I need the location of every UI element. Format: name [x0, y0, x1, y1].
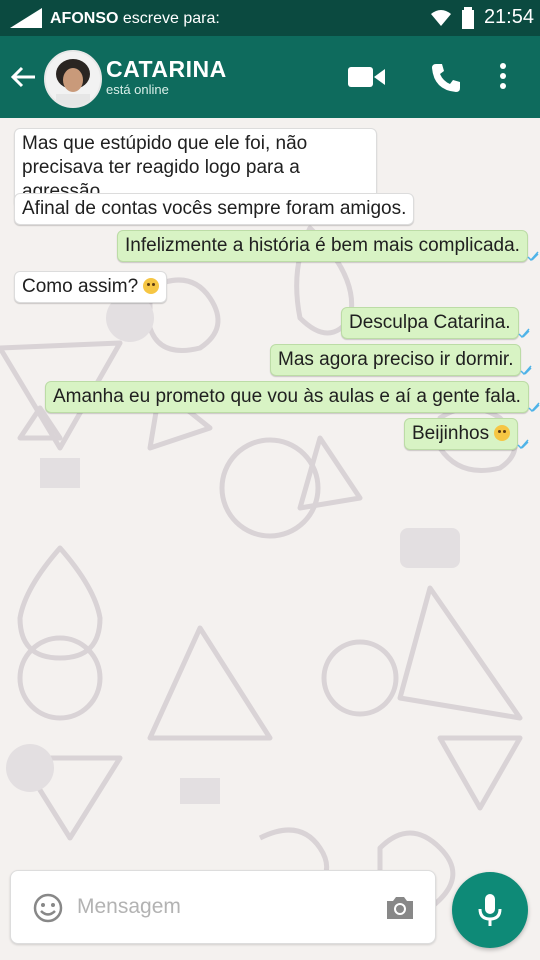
camera-icon[interactable] [385, 895, 415, 921]
message-text: Mas que estúpido que ele foi, não [22, 133, 308, 154]
avatar-image [46, 52, 100, 106]
signal-icon [10, 8, 42, 28]
message-input-placeholder[interactable]: Mensagem [77, 895, 181, 919]
microphone-icon [478, 894, 502, 926]
clock: 21:54 [483, 6, 534, 28]
emoji-icon[interactable] [33, 893, 63, 923]
battery-icon [461, 6, 474, 29]
message-bubble-out[interactable]: Beijinhos [404, 418, 529, 450]
read-receipt-icon [528, 402, 540, 412]
status-writer-text: AFONSO escreve para: [50, 10, 220, 28]
message-text: Afinal de contas vocês sempre foram amig… [22, 198, 407, 219]
message-text: Amanha eu prometo que vou às aulas e aí … [53, 386, 521, 407]
contact-avatar[interactable] [44, 50, 102, 108]
message-text: Como assim? [22, 276, 139, 297]
more-options-icon[interactable] [496, 62, 510, 92]
read-receipt-icon [518, 328, 530, 338]
chat-area[interactable]: Mas que estúpido que ele foi, não precis… [0, 118, 540, 960]
message-text: Beijinhos [412, 423, 490, 444]
message-bubble-out[interactable]: Desculpa Catarina. [341, 307, 530, 339]
voice-record-button[interactable] [452, 872, 528, 948]
message-text: Infelizmente a história é bem mais compl… [125, 235, 520, 256]
contact-status: está online [106, 82, 169, 97]
contact-name[interactable]: CATARINA [106, 56, 227, 83]
wifi-icon [430, 9, 451, 26]
writer-suffix: escreve para: [122, 10, 220, 27]
message-bubble-out[interactable]: Mas agora preciso ir dormir. [270, 344, 533, 376]
message-bubble-in[interactable]: Afinal de contas vocês sempre foram amig… [14, 193, 415, 225]
back-arrow-icon[interactable] [8, 62, 38, 92]
read-receipt-icon [527, 251, 539, 261]
status-bar: AFONSO escreve para: 21:54 [0, 0, 540, 36]
message-bubble-out[interactable]: Infelizmente a história é bem mais compl… [117, 230, 539, 262]
flushed-face-icon [143, 278, 160, 294]
read-receipt-icon [520, 365, 533, 375]
writer-name: AFONSO [50, 10, 119, 27]
read-receipt-icon [517, 439, 529, 449]
app-bar: CATARINA está online [0, 36, 540, 118]
message-text: Mas agora preciso ir dormir. [278, 349, 514, 370]
message-input-bar[interactable]: Mensagem [10, 870, 436, 944]
message-bubble-out[interactable]: Amanha eu prometo que vou às aulas e aí … [45, 381, 540, 413]
status-right: 21:54 [430, 6, 534, 29]
kissing-face-icon [494, 425, 511, 441]
message-text: Desculpa Catarina. [349, 312, 511, 333]
phone-icon[interactable] [430, 62, 462, 94]
video-call-icon[interactable] [348, 64, 386, 90]
message-bubble-in[interactable]: Como assim? [14, 271, 168, 303]
